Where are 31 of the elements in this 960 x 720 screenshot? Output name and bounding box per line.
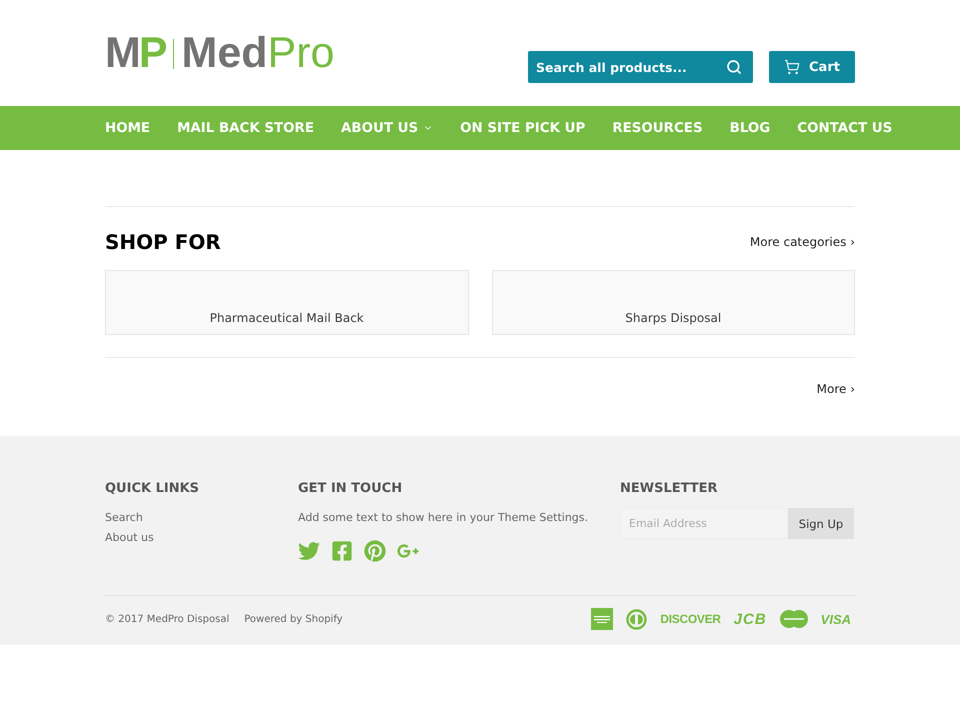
visa-logo: VISA xyxy=(820,612,851,626)
powered-by-link[interactable]: Powered by Shopify xyxy=(244,614,343,624)
sign-up-button[interactable]: Sign Up xyxy=(788,508,854,539)
footer-heading: NEWSLETTER xyxy=(620,481,718,497)
logo-mark[interactable]: MP xyxy=(105,32,166,75)
amex-card-icon xyxy=(591,608,614,630)
category-card[interactable]: Sharps Disposal xyxy=(492,270,855,335)
more-categories-link[interactable]: More categories › xyxy=(750,235,855,249)
category-card[interactable]: Pharmaceutical Mail Back xyxy=(105,270,468,335)
facebook-icon[interactable] xyxy=(331,540,353,562)
search-field[interactable]: Search all products... xyxy=(528,51,718,83)
copyright-text: © 2017 MedPro Disposal xyxy=(105,614,230,624)
footer-heading: GET IN TOUCH xyxy=(298,481,402,497)
cart-icon xyxy=(784,59,800,75)
search-button[interactable] xyxy=(718,51,753,83)
twitter-icon[interactable] xyxy=(298,540,320,562)
jcb-logo: JCB xyxy=(734,612,767,626)
pinterest-icon[interactable] xyxy=(364,540,386,562)
email-field[interactable]: Email Address xyxy=(620,508,788,539)
cart-button[interactable]: Cart xyxy=(769,51,855,83)
mastercard-icon xyxy=(780,610,808,628)
footer-text: Add some text to show here in your Theme Settings. xyxy=(298,510,588,526)
more-link[interactable]: More › xyxy=(816,380,855,398)
diners-club-icon xyxy=(626,608,648,630)
footer-link[interactable]: Search xyxy=(105,508,143,528)
logo-wordmark[interactable]: MedPro xyxy=(182,32,334,75)
footer-link[interactable]: About us xyxy=(105,528,154,548)
section-title: SHOP FOR xyxy=(105,230,221,254)
footer-heading: QUICK LINKS xyxy=(105,481,200,497)
search-icon xyxy=(726,59,742,75)
discover-logo: DISCOVER xyxy=(660,613,721,625)
